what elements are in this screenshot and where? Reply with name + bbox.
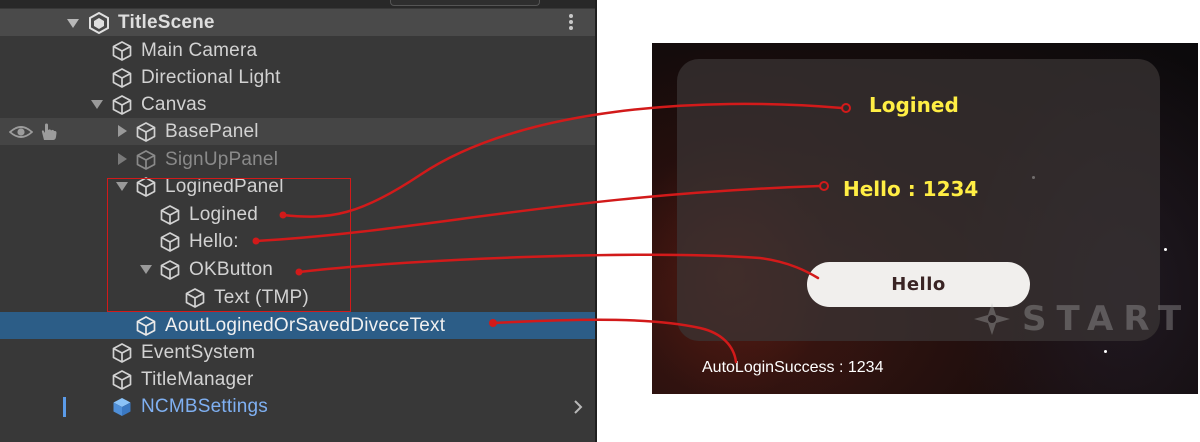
hierarchy-item-label: TitleManager [141,369,254,390]
hierarchy-item-label: NCMBSettings [141,396,268,417]
hierarchy-item-label: EventSystem [141,342,256,363]
hierarchy-item-label: Main Camera [141,40,258,61]
hierarchy-toolbar [0,0,597,8]
hierarchy-item-label: SignUpPanel [165,149,279,170]
ok-button-label: Hello [891,274,946,295]
game-view: Logined Hello : 1234 Hello START AutoLog… [652,43,1198,394]
annotation-highlight-box [107,178,351,312]
gameobject-cube-icon [136,316,156,336]
shuriken-icon [974,303,1010,335]
chevron-right-icon[interactable] [573,399,583,415]
visibility-eye-icon[interactable] [9,124,33,140]
expand-arrow-icon[interactable] [66,16,80,30]
kebab-menu-icon[interactable] [569,13,573,31]
auto-login-text: AutoLoginSuccess : 1234 [702,359,884,376]
hierarchy-item-aoutlogined-text[interactable]: AoutLoginedOrSavedDiveceText [0,312,595,339]
hierarchy-item-directional-light[interactable]: Directional Light [0,64,595,91]
hierarchy-panel: TitleScene Main Camera Directional Light… [0,0,597,442]
hierarchy-item-label: Canvas [141,94,207,115]
expand-arrow-icon[interactable] [90,97,104,111]
hierarchy-item-label: Directional Light [141,67,281,88]
hierarchy-item-eventsystem[interactable]: EventSystem [0,339,595,366]
gameobject-cube-icon [136,150,156,170]
hierarchy-item-label: AoutLoginedOrSavedDiveceText [165,315,446,336]
hierarchy-item-canvas[interactable]: Canvas [0,91,595,118]
logined-text: Logined [869,93,959,117]
star-sparkle [1164,248,1167,251]
collapsed-arrow-icon[interactable] [115,124,129,138]
hierarchy-item-label: BasePanel [165,121,259,142]
hierarchy-item-ncmbsettings[interactable]: NCMBSettings [0,393,595,420]
start-logo-text: START [1022,299,1192,339]
gameobject-cube-icon [112,370,132,390]
star-sparkle [1104,350,1107,353]
gameobject-cube-icon [112,343,132,363]
start-logo: START [970,297,1181,341]
scene-row-titlescene[interactable]: TitleScene [0,9,595,36]
prefab-override-marker [63,397,66,417]
prefab-cube-icon [113,398,131,416]
gameobject-cube-icon [112,95,132,115]
gameobject-cube-icon [112,41,132,61]
gameobject-cube-icon [112,68,132,88]
hierarchy-item-basepanel[interactable]: BasePanel [0,118,595,145]
hello-text: Hello : 1234 [843,177,979,201]
hierarchy-item-main-camera[interactable]: Main Camera [0,37,595,64]
search-field-edge[interactable] [390,0,540,6]
collapsed-arrow-icon[interactable] [115,152,129,166]
gameobject-cube-icon [136,122,156,142]
pickable-hand-icon[interactable] [38,122,60,142]
unity-logo-icon [89,12,109,34]
panel-divider [595,0,597,442]
hierarchy-item-signuppanel[interactable]: SignUpPanel [0,146,595,173]
scene-name: TitleScene [118,12,215,33]
hierarchy-item-titlemanager[interactable]: TitleManager [0,366,595,393]
